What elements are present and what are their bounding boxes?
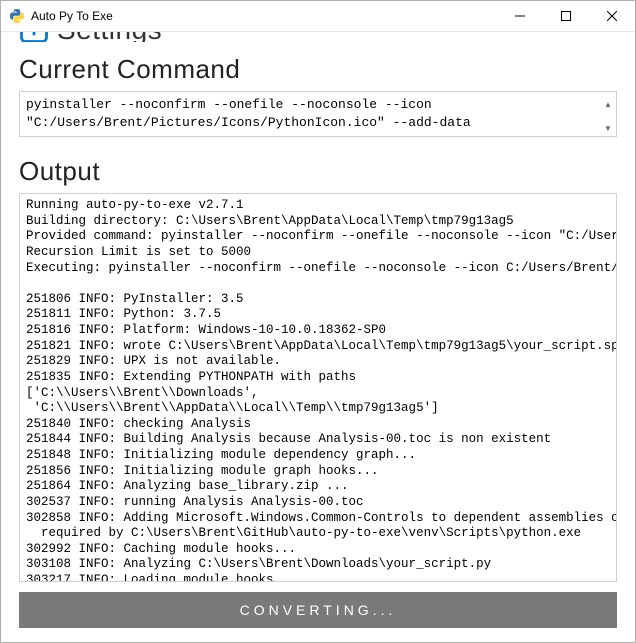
plus-box-icon	[19, 31, 49, 42]
app-window: Auto Py To Exe Settings Current Command	[0, 0, 636, 643]
output-heading: Output	[19, 156, 617, 187]
settings-section[interactable]: Settings	[19, 31, 617, 42]
titlebar: Auto Py To Exe	[1, 1, 635, 31]
window-title: Auto Py To Exe	[31, 9, 113, 23]
maximize-button[interactable]	[543, 1, 589, 31]
command-spinner[interactable]: ▲ ▼	[601, 93, 615, 140]
settings-label: Settings	[57, 31, 162, 42]
spinner-down-icon[interactable]: ▼	[601, 117, 615, 141]
current-command-heading: Current Command	[19, 54, 617, 85]
spinner-up-icon[interactable]: ▲	[601, 93, 615, 117]
minimize-button[interactable]	[497, 1, 543, 31]
content-area: Settings Current Command ▲ ▼ Output Runn…	[1, 31, 635, 642]
command-wrap: ▲ ▼	[19, 91, 617, 142]
convert-button[interactable]: CONVERTING...	[19, 592, 617, 628]
maximize-icon	[561, 11, 571, 21]
command-textarea[interactable]	[19, 91, 617, 137]
output-log[interactable]: Running auto-py-to-exe v2.7.1 Building d…	[19, 193, 617, 582]
minimize-icon	[515, 11, 525, 21]
close-button[interactable]	[589, 1, 635, 31]
titlebar-left: Auto Py To Exe	[9, 8, 113, 24]
python-icon	[9, 8, 25, 24]
close-icon	[607, 11, 617, 21]
window-controls	[497, 1, 635, 31]
